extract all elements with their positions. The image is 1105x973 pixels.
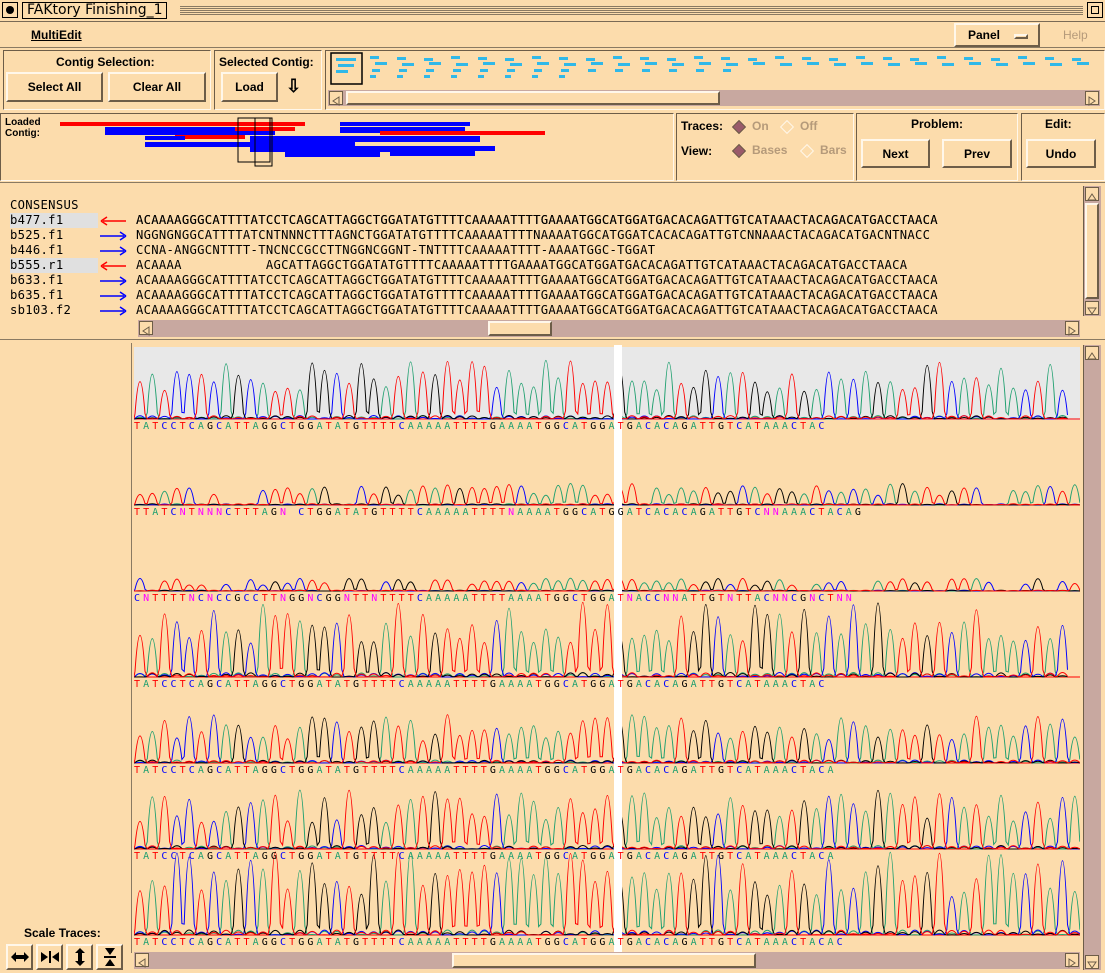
menu-multiedit[interactable]: MultiEdit xyxy=(31,28,82,42)
read-row: b525.f1 NGGNGNGGCATTTTATCNTNNNCTTTAGNCTGG… xyxy=(0,228,1082,243)
scroll-down-icon[interactable] xyxy=(1085,301,1099,315)
reverse-arrow-icon xyxy=(100,261,126,271)
next-button[interactable]: Next xyxy=(861,139,930,168)
trace-vscroll[interactable] xyxy=(1083,345,1101,970)
vscroll-thumb[interactable] xyxy=(1085,203,1099,299)
panel-menu-button[interactable]: Panel xyxy=(954,23,1040,47)
trace-base-calls: CNTTTTNCNCCGCCTTNGGNCGGNTTNTTTTCAAAAATTT… xyxy=(134,593,855,604)
expand-horizontal-button[interactable] xyxy=(6,944,33,970)
view-label: View: xyxy=(681,144,713,158)
read-row: sb103.f2 ACAAAAGGGCATTTTATCCTCAGCATTAGGCT… xyxy=(0,303,1082,318)
contig-overview-map[interactable] xyxy=(55,116,555,168)
hscroll-left-icon[interactable] xyxy=(139,321,153,336)
select-all-button[interactable]: Select All xyxy=(6,72,103,102)
trace-base-calls: TTATCNTNNNCTTTAGN CTGGATATGTTTTCAAAAATTT… xyxy=(134,507,864,518)
expand-vertical-icon xyxy=(74,948,85,966)
title-bar: FAKtory Finishing_1 xyxy=(0,0,1105,22)
read-sequence[interactable]: ACAAAAGGGCATTTTATCCTCAGCATTAGGCTGGATATGT… xyxy=(136,288,1082,303)
loaded-label: Loaded xyxy=(5,117,41,128)
trace-hscroll-left-icon[interactable] xyxy=(135,953,149,968)
forward-arrow-icon xyxy=(100,291,127,301)
reverse-arrow-icon xyxy=(100,216,126,226)
load-button[interactable]: Load xyxy=(221,72,278,102)
read-row: b633.f1 ACAAAAGGGCATTTTATCCTCAGCATTAGGCTG… xyxy=(0,273,1082,288)
contig-label: Contig: xyxy=(5,128,40,139)
edit-title: Edit: xyxy=(1045,117,1072,131)
trace-base-calls: TATCCTCAGCATTAGGCTGGATATGTTTTCAAAAATTTTG… xyxy=(134,679,828,690)
compress-vertical-button[interactable] xyxy=(96,944,123,970)
forward-arrow-icon xyxy=(100,231,127,241)
prev-button[interactable]: Prev xyxy=(942,139,1012,168)
read-name[interactable]: b635.f1 xyxy=(10,288,100,303)
consensus-row: CONSENSUS ACAAAAGGGCATTTTATCCTCAGCATTAGG… xyxy=(0,183,1090,227)
compress-horizontal-button[interactable] xyxy=(36,944,63,970)
trace-scroll-up-icon[interactable] xyxy=(1085,346,1099,360)
selected-contig-title: Selected Contig: xyxy=(219,55,314,69)
read-name[interactable]: sb103.f2 xyxy=(10,303,100,318)
contig-strip-scrollbar[interactable] xyxy=(328,90,1100,106)
option-menu-icon xyxy=(1014,34,1028,39)
trace-base-calls: TATCCTCAGCATTAGGCTGGATATGTTTTCAAAAATTTTG… xyxy=(134,421,828,432)
read-sequence[interactable]: CCNA-ANGGCNTTTT-TNCNCCGCCTTNGGNCGGNT-TNT… xyxy=(136,243,1082,258)
undo-button[interactable]: Undo xyxy=(1026,139,1096,168)
read-name[interactable]: b477.f1 xyxy=(10,213,98,228)
read-sequence[interactable]: ACAAAAGGGCATTTTATCCTCAGCATTAGGCTGGATATGT… xyxy=(136,303,1082,318)
scroll-left-icon[interactable] xyxy=(329,91,343,106)
read-name[interactable]: b633.f1 xyxy=(10,273,100,288)
traces-on-label: On xyxy=(752,119,769,133)
alignment-vscroll[interactable] xyxy=(1083,186,1101,316)
consensus-label: CONSENSUS xyxy=(10,198,79,212)
trace-scroll-down-icon[interactable] xyxy=(1085,955,1099,969)
trace-base-calls: TATCCTCAGCATTAGGCTGGATATGTTTTCAAAAATTTTG… xyxy=(134,937,846,948)
clear-all-button[interactable]: Clear All xyxy=(108,72,206,102)
trace-base-calls: TATCCTCAGCATTAGGCTGGATATGTTTTCAAAAATTTTG… xyxy=(134,851,837,862)
view-bases-label: Bases xyxy=(752,143,788,157)
traces-off-label: Off xyxy=(800,119,818,133)
trace-hscroll[interactable] xyxy=(134,952,1080,969)
read-sequence[interactable]: NGGNGNGGCATTTTATCNTNNNCTTTAGNCTGGATATGTT… xyxy=(136,228,1082,243)
traces-label: Traces: xyxy=(681,119,724,133)
trace-base-calls: TATCCTCAGCATTAGGCTGGATATGTTTTCAAAAATTTTG… xyxy=(134,765,837,776)
read-row: b477.f1 ACAAAAGGGCATTTTATCCTCAGCATTAGGCTG… xyxy=(0,213,1082,228)
expand-vertical-button[interactable] xyxy=(66,944,93,970)
forward-arrow-icon xyxy=(100,306,127,316)
compress-horizontal-icon xyxy=(40,951,59,963)
problem-title: Problem: xyxy=(911,117,964,131)
scale-traces-label: Scale Traces: xyxy=(24,926,101,940)
down-arrow-icon: ⇩ xyxy=(286,76,302,96)
read-sequence[interactable]: ACAAAAGGGCATTTTATCCTCAGCATTAGGCTGGATATGT… xyxy=(136,273,1082,288)
read-name[interactable]: b555.r1 xyxy=(10,258,98,273)
contig-selection-title: Contig Selection: xyxy=(56,55,155,69)
read-name[interactable]: b525.f1 xyxy=(10,228,100,243)
alignment-hscroll[interactable] xyxy=(138,320,1080,337)
hscroll-thumb[interactable] xyxy=(488,321,552,336)
forward-arrow-icon xyxy=(100,246,127,256)
trace-hscroll-thumb[interactable] xyxy=(452,953,756,968)
menu-bar: MultiEdit Panel Help xyxy=(0,22,1105,48)
read-row: b555.r1 ACAAAA AGCATTAGGCTGGATATGTTTTCAAA… xyxy=(0,258,1082,273)
scroll-right-icon[interactable] xyxy=(1085,91,1099,106)
scroll-up-icon[interactable] xyxy=(1085,187,1099,201)
trace-hscroll-right-icon[interactable] xyxy=(1065,953,1079,968)
contig-thumbnails[interactable] xyxy=(330,52,1100,88)
read-sequence[interactable]: ACAAAAGGGCATTTTATCCTCAGCATTAGGCTGGATATGT… xyxy=(136,213,1082,228)
menu-help: Help xyxy=(1063,28,1088,42)
view-bars-label: Bars xyxy=(820,143,847,157)
compress-vertical-icon xyxy=(103,948,116,966)
read-row: b446.f1 CCNA-ANGGCNTTTT-TNCNCCGCCTTNGGNCG… xyxy=(0,243,1082,258)
hscroll-right-icon[interactable] xyxy=(1065,321,1079,336)
read-row: b635.f1 ACAAAAGGGCATTTTATCCTCAGCATTAGGCTG… xyxy=(0,288,1082,303)
read-sequence[interactable]: ACAAAA AGCATTAGGCTGGATATGTTTTCAAAAATTTTG… xyxy=(136,258,1082,273)
window-menu-icon[interactable] xyxy=(2,2,18,18)
forward-arrow-icon xyxy=(100,276,127,286)
scroll-thumb[interactable] xyxy=(346,91,720,105)
maximize-icon[interactable] xyxy=(1087,2,1103,18)
window-title: FAKtory Finishing_1 xyxy=(22,2,168,19)
expand-horizontal-icon xyxy=(10,952,29,962)
read-name[interactable]: b446.f1 xyxy=(10,243,100,258)
